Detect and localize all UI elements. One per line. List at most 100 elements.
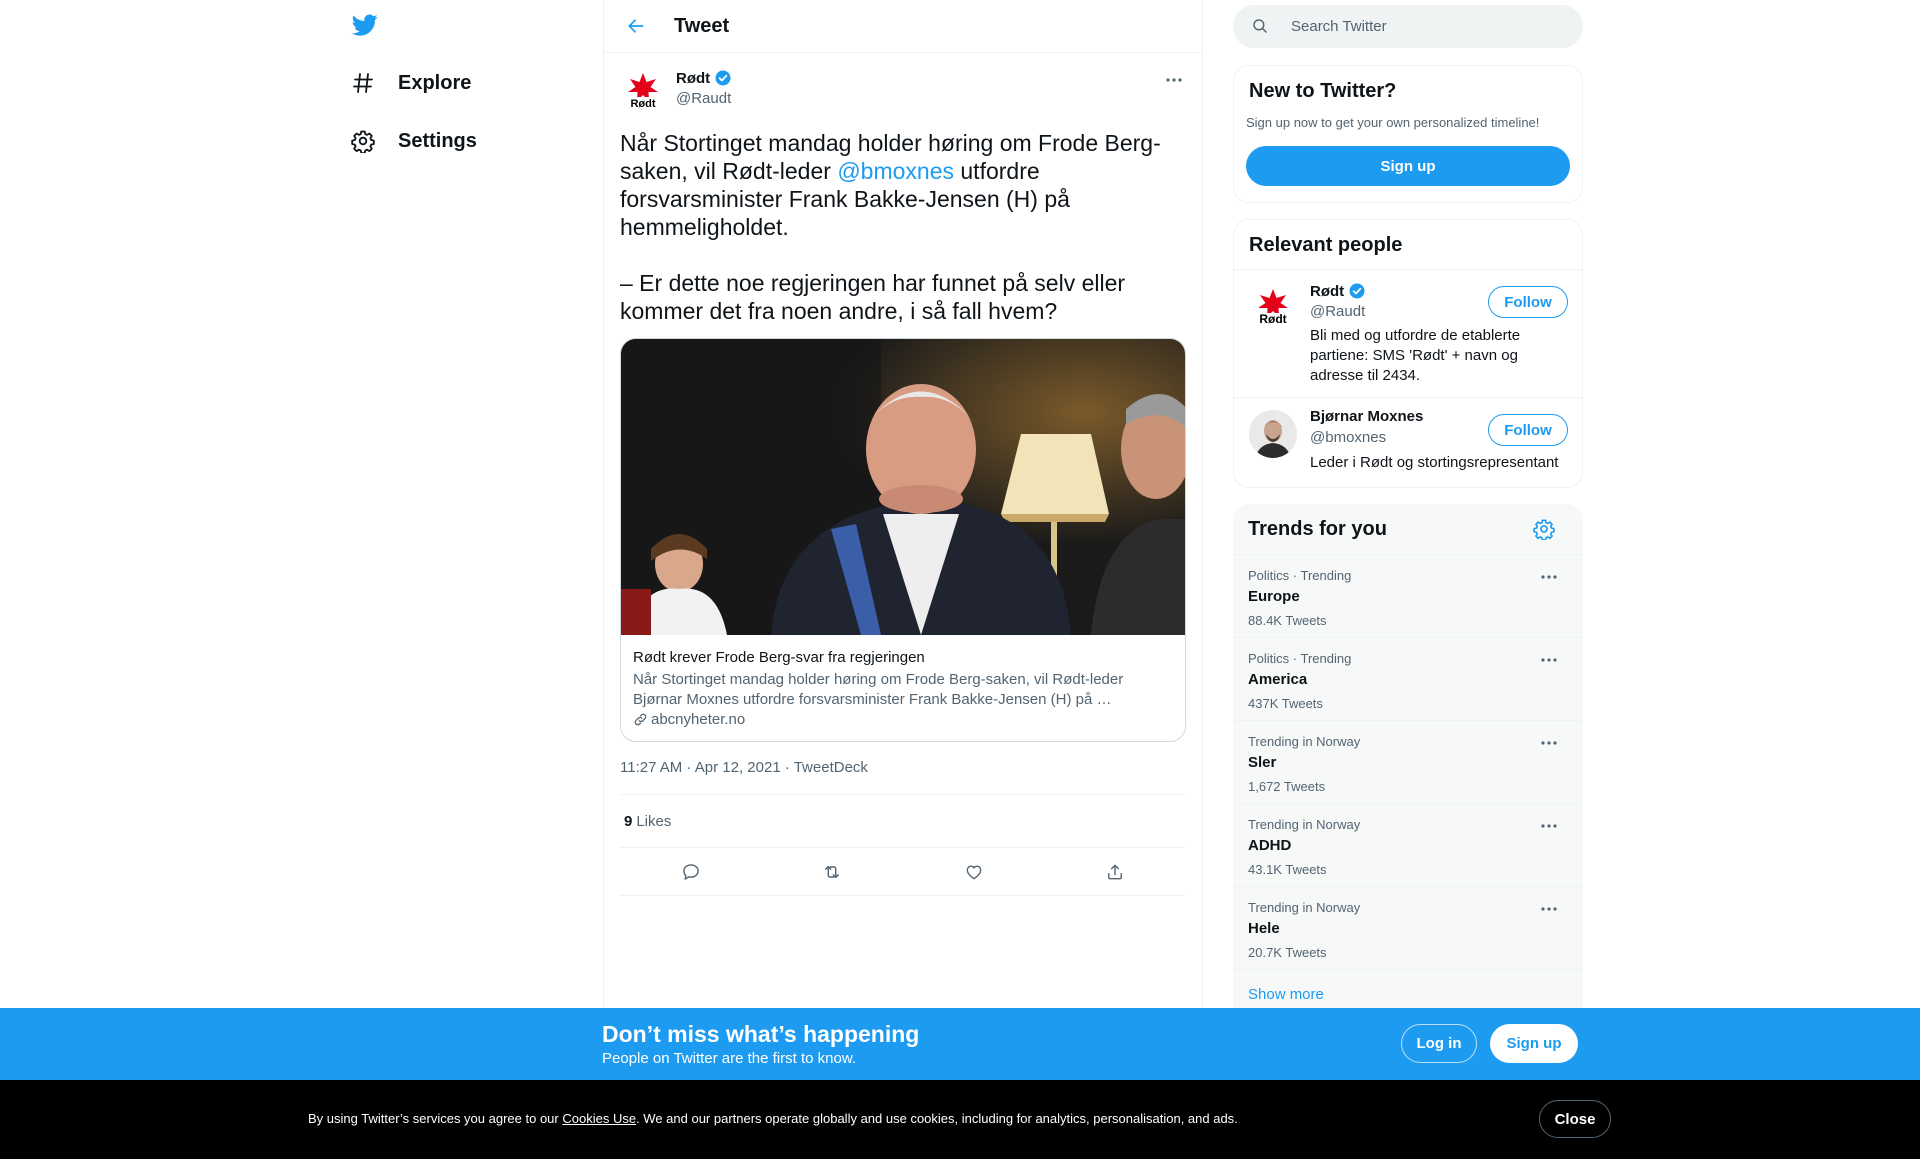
trends-box: Trends for you Politics · Trending Europ… [1233, 504, 1583, 1024]
login-button[interactable]: Log in [1401, 1024, 1477, 1063]
trend-meta: Politics · Trending [1248, 568, 1352, 583]
gear-icon [350, 128, 376, 154]
divider [1233, 969, 1583, 970]
likes-stats[interactable]: 9 Likes [620, 794, 1186, 848]
author-name-text: Rødt [676, 69, 711, 87]
new-to-twitter-box: New to Twitter? Sign up now to get your … [1233, 65, 1583, 203]
nav-settings[interactable]: Settings [350, 121, 477, 161]
nav-explore[interactable]: Explore [350, 63, 471, 103]
trend-meta: Politics · Trending [1248, 651, 1352, 666]
show-more-link[interactable]: Show more [1248, 986, 1324, 1003]
search-input[interactable] [1291, 18, 1551, 35]
signup-button[interactable]: Sign up [1490, 1024, 1578, 1063]
follow-button[interactable]: Follow [1488, 286, 1568, 318]
bottom-bar-subtitle: People on Twitter are the first to know. [602, 1050, 857, 1067]
svg-text:Rødt: Rødt [1259, 312, 1286, 326]
cookie-text-part: . We and our partners operate globally a… [636, 1111, 1238, 1126]
card-domain-text: abcnyheter.no [651, 711, 746, 728]
more-options-icon[interactable] [1539, 733, 1559, 753]
trend-count: 437K Tweets [1248, 696, 1323, 711]
trend-item[interactable]: Trending in Norway Sler 1,672 Tweets [1233, 720, 1583, 803]
new-to-twitter-title: New to Twitter? [1249, 80, 1397, 102]
trend-meta: Trending in Norway [1248, 900, 1361, 915]
signup-prompt-bar: Don’t miss what’s happening People on Tw… [0, 1008, 1920, 1080]
retweet-icon[interactable] [815, 855, 849, 889]
trend-name: Hele [1248, 920, 1280, 937]
trend-name: Sler [1248, 754, 1277, 771]
cookie-text: By using Twitter’s services you agree to… [308, 1111, 1238, 1126]
new-to-twitter-subtitle: Sign up now to get your own personalized… [1246, 115, 1540, 130]
trend-meta: Trending in Norway [1248, 734, 1361, 749]
sidebar-signup-button[interactable]: Sign up [1246, 146, 1570, 186]
close-cookie-button[interactable]: Close [1539, 1100, 1611, 1138]
more-options-icon[interactable] [1539, 650, 1559, 670]
nav-settings-label: Settings [398, 129, 477, 152]
person-bio: Leder i Rødt og stortingsrepresentant [1310, 454, 1559, 471]
mention-link[interactable]: @bmoxnes [837, 158, 954, 184]
author-name[interactable]: Rødt [676, 69, 732, 87]
relevant-people-title: Relevant people [1249, 234, 1403, 256]
nav-explore-label: Explore [398, 71, 472, 94]
person-handle: @Raudt [1310, 303, 1366, 320]
trend-count: 43.1K Tweets [1248, 862, 1327, 877]
tweet-actions [620, 848, 1186, 896]
link-card[interactable]: Rødt krever Frode Berg-svar fra regjerin… [620, 338, 1186, 742]
tweet-timestamp[interactable]: 11:27 AM · Apr 12, 2021 · TweetDeck [620, 759, 868, 776]
trend-name: America [1248, 671, 1308, 688]
trend-item[interactable]: Trending in Norway Hele 20.7K Tweets [1233, 886, 1583, 969]
more-options-icon[interactable] [1539, 567, 1559, 587]
trends-title: Trends for you [1248, 518, 1387, 540]
link-icon [633, 712, 648, 727]
person-name-text: Bjørnar Moxnes [1310, 408, 1424, 425]
trend-count: 88.4K Tweets [1248, 613, 1327, 628]
more-options-icon[interactable] [1539, 816, 1559, 836]
back-arrow-icon[interactable] [618, 8, 654, 44]
trend-item[interactable]: Trending in Norway ADHD 43.1K Tweets [1233, 803, 1583, 886]
trend-count: 20.7K Tweets [1248, 945, 1327, 960]
page-title: Tweet [674, 14, 730, 37]
person-name-text: Rødt [1310, 282, 1345, 300]
author-handle[interactable]: @Raudt [676, 90, 731, 107]
svg-text:Rødt: Rødt [630, 98, 655, 110]
tweet-header: Tweet [604, 0, 1202, 53]
search-bar[interactable] [1233, 5, 1583, 48]
person-name: Bjørnar Moxnes [1310, 408, 1423, 425]
trend-item[interactable]: Politics · Trending Europe 88.4K Tweets [1233, 554, 1583, 637]
person-raudt[interactable]: Rødt Rødt @Raudt Bli med og utfordre de … [1234, 270, 1582, 395]
card-domain: abcnyheter.no [633, 711, 745, 728]
search-icon [1251, 17, 1271, 37]
person-name: Rødt [1310, 282, 1366, 300]
trend-name: ADHD [1248, 837, 1292, 854]
follow-button[interactable]: Follow [1488, 414, 1568, 446]
trends-settings-gear-icon[interactable] [1533, 518, 1557, 542]
person-bmoxnes[interactable]: Bjørnar Moxnes @bmoxnes Leder i Rødt og … [1234, 398, 1582, 486]
bmoxnes-avatar[interactable] [1249, 410, 1297, 458]
share-icon[interactable] [1098, 855, 1132, 889]
card-description: Når Stortinget mandag holder høring om F… [633, 671, 1124, 708]
bottom-bar-title: Don’t miss what’s happening [602, 1021, 920, 1047]
likes-label: Likes [636, 812, 672, 830]
tweet-column: Tweet Rødt Rødt @Raudt Når Stortinget ma… [603, 0, 1203, 1159]
more-options-icon[interactable] [1539, 899, 1559, 919]
like-heart-icon[interactable] [957, 855, 991, 889]
rodt-avatar[interactable]: Rødt [1249, 283, 1297, 331]
person-handle: @bmoxnes [1310, 429, 1387, 446]
card-image [621, 339, 1185, 635]
twitter-logo-icon[interactable] [350, 12, 382, 40]
reply-icon[interactable] [674, 855, 708, 889]
verified-badge-icon [714, 69, 732, 87]
cookie-banner: By using Twitter’s services you agree to… [0, 1080, 1920, 1159]
hashtag-icon [350, 70, 376, 96]
cookies-use-link[interactable]: Cookies Use [562, 1111, 636, 1126]
cookie-text-part: By using Twitter’s services you agree to… [308, 1111, 563, 1126]
trend-item[interactable]: Politics · Trending America 437K Tweets [1233, 637, 1583, 720]
rodt-avatar[interactable]: Rødt [622, 70, 664, 112]
verified-badge-icon [1348, 282, 1366, 300]
tweet-author: Rødt Rødt @Raudt [620, 66, 1186, 116]
more-options-icon[interactable] [1164, 70, 1184, 90]
likes-count: 9 [624, 812, 633, 830]
trend-meta: Trending in Norway [1248, 817, 1361, 832]
relevant-people-box: Relevant people Rødt Rødt @Raudt Bli med… [1233, 219, 1583, 488]
trend-count: 1,672 Tweets [1248, 779, 1326, 794]
trend-name: Europe [1248, 588, 1300, 605]
